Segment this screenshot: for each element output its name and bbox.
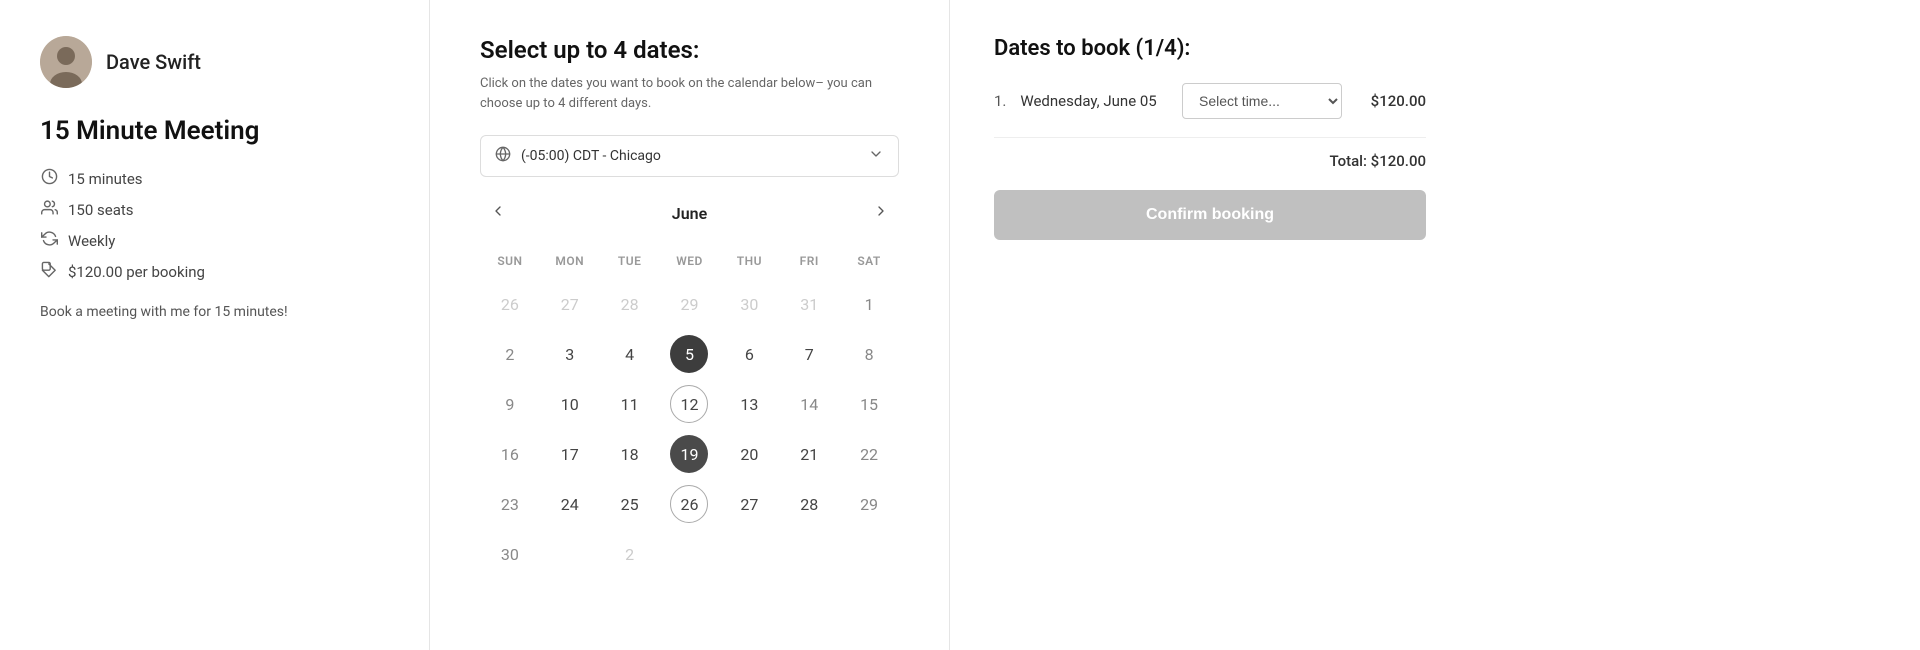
booking-time-select[interactable]: Select time... 9:00 AM 10:00 AM 11:00 AM…	[1182, 83, 1342, 119]
calendar-day[interactable]: 18	[600, 430, 660, 478]
globe-icon	[495, 146, 511, 166]
calendar-body: 2627282930311234567891011121314151617181…	[480, 280, 899, 578]
header-tue: TUE	[600, 248, 660, 274]
center-panel: Select up to 4 dates: Click on the dates…	[430, 0, 950, 650]
booking-divider	[994, 137, 1426, 138]
calendar-day	[719, 530, 779, 578]
price-tag-icon	[40, 261, 58, 282]
meta-price: $120.00 per booking	[40, 261, 389, 282]
calendar-day[interactable]: 7	[779, 330, 839, 378]
users-icon	[40, 199, 58, 220]
calendar-day: 2	[600, 530, 660, 578]
booking-total: Total: $120.00	[994, 152, 1426, 170]
calendar-day: 2	[480, 330, 540, 378]
calendar-day[interactable]: 24	[540, 480, 600, 528]
calendar-day: 22	[839, 430, 899, 478]
calendar-day[interactable]: 13	[719, 380, 779, 428]
recycle-icon	[40, 230, 58, 251]
header-sun: SUN	[480, 248, 540, 274]
calendar-day	[660, 530, 720, 578]
calendar-day	[540, 530, 600, 578]
select-dates-title: Select up to 4 dates:	[480, 36, 899, 64]
meeting-meta: 15 minutes 150 seats Weekly	[40, 168, 389, 282]
calendar-day[interactable]: 11	[600, 380, 660, 428]
clock-icon	[40, 168, 58, 189]
calendar-day: 9	[480, 380, 540, 428]
meta-duration: 15 minutes	[40, 168, 389, 189]
calendar-day: 1	[839, 280, 899, 328]
profile-name: Dave Swift	[106, 50, 201, 74]
calendar-day: 31	[779, 280, 839, 328]
calendar-day[interactable]: 28	[779, 480, 839, 528]
calendar-day[interactable]: 25	[600, 480, 660, 528]
calendar-day	[779, 530, 839, 578]
select-dates-subtitle: Click on the dates you want to book on t…	[480, 74, 899, 113]
calendar-day[interactable]: 17	[540, 430, 600, 478]
calendar-day: 28	[600, 280, 660, 328]
calendar-day: 29	[660, 280, 720, 328]
booking-index: 1.	[994, 92, 1006, 110]
prev-month-button[interactable]	[480, 197, 516, 230]
seats-text: 150 seats	[68, 201, 134, 219]
left-panel: Dave Swift 15 Minute Meeting 15 minutes …	[0, 0, 430, 650]
calendar-day[interactable]: 19	[660, 430, 720, 478]
calendar-day: 14	[779, 380, 839, 428]
calendar-day: 26	[480, 280, 540, 328]
header-sat: SAT	[839, 248, 899, 274]
meta-seats: 150 seats	[40, 199, 389, 220]
calendar-day: 29	[839, 480, 899, 528]
booking-price: $120.00	[1366, 92, 1426, 110]
calendar-day: 27	[540, 280, 600, 328]
calendar-day	[839, 530, 899, 578]
meeting-title: 15 Minute Meeting	[40, 116, 389, 146]
calendar-day[interactable]: 21	[779, 430, 839, 478]
calendar-day[interactable]: 26	[660, 480, 720, 528]
header-fri: FRI	[779, 248, 839, 274]
calendar-header: SUN MON TUE WED THU FRI SAT	[480, 248, 899, 274]
calendar-day[interactable]: 12	[660, 380, 720, 428]
timezone-left: (-05:00) CDT - Chicago	[495, 146, 661, 166]
calendar-nav: June	[480, 197, 899, 230]
calendar-day[interactable]: 10	[540, 380, 600, 428]
chevron-down-icon	[868, 146, 884, 166]
calendar-day: 16	[480, 430, 540, 478]
confirm-booking-button[interactable]: Confirm booking	[994, 190, 1426, 240]
timezone-text: (-05:00) CDT - Chicago	[521, 148, 661, 164]
header-thu: THU	[719, 248, 779, 274]
calendar-day[interactable]: 20	[719, 430, 779, 478]
calendar-month: June	[672, 204, 707, 223]
timezone-selector[interactable]: (-05:00) CDT - Chicago	[480, 135, 899, 177]
next-month-button[interactable]	[863, 197, 899, 230]
calendar-day[interactable]: 4	[600, 330, 660, 378]
calendar-day: 30	[719, 280, 779, 328]
price-text: $120.00 per booking	[68, 263, 205, 281]
duration-text: 15 minutes	[68, 170, 143, 188]
booking-title: Dates to book (1/4):	[994, 36, 1426, 61]
profile-section: Dave Swift	[40, 36, 389, 88]
calendar-day[interactable]: 27	[719, 480, 779, 528]
meta-recurrence: Weekly	[40, 230, 389, 251]
booking-items-container: 1. Wednesday, June 05 Select time... 9:0…	[994, 83, 1426, 119]
recurrence-text: Weekly	[68, 232, 115, 250]
header-wed: WED	[660, 248, 720, 274]
avatar	[40, 36, 92, 88]
calendar-day[interactable]: 5	[660, 330, 720, 378]
calendar-day: 30	[480, 530, 540, 578]
meeting-description: Book a meeting with me for 15 minutes!	[40, 304, 389, 320]
calendar-day[interactable]: 6	[719, 330, 779, 378]
booking-date: Wednesday, June 05	[1020, 92, 1168, 110]
right-panel: Dates to book (1/4): 1. Wednesday, June …	[950, 0, 1470, 650]
header-mon: MON	[540, 248, 600, 274]
calendar-day[interactable]: 3	[540, 330, 600, 378]
calendar-day: 15	[839, 380, 899, 428]
booking-item: 1. Wednesday, June 05 Select time... 9:0…	[994, 83, 1426, 119]
calendar-day: 23	[480, 480, 540, 528]
calendar-grid: SUN MON TUE WED THU FRI SAT 262728293031…	[480, 248, 899, 578]
calendar-day: 8	[839, 330, 899, 378]
